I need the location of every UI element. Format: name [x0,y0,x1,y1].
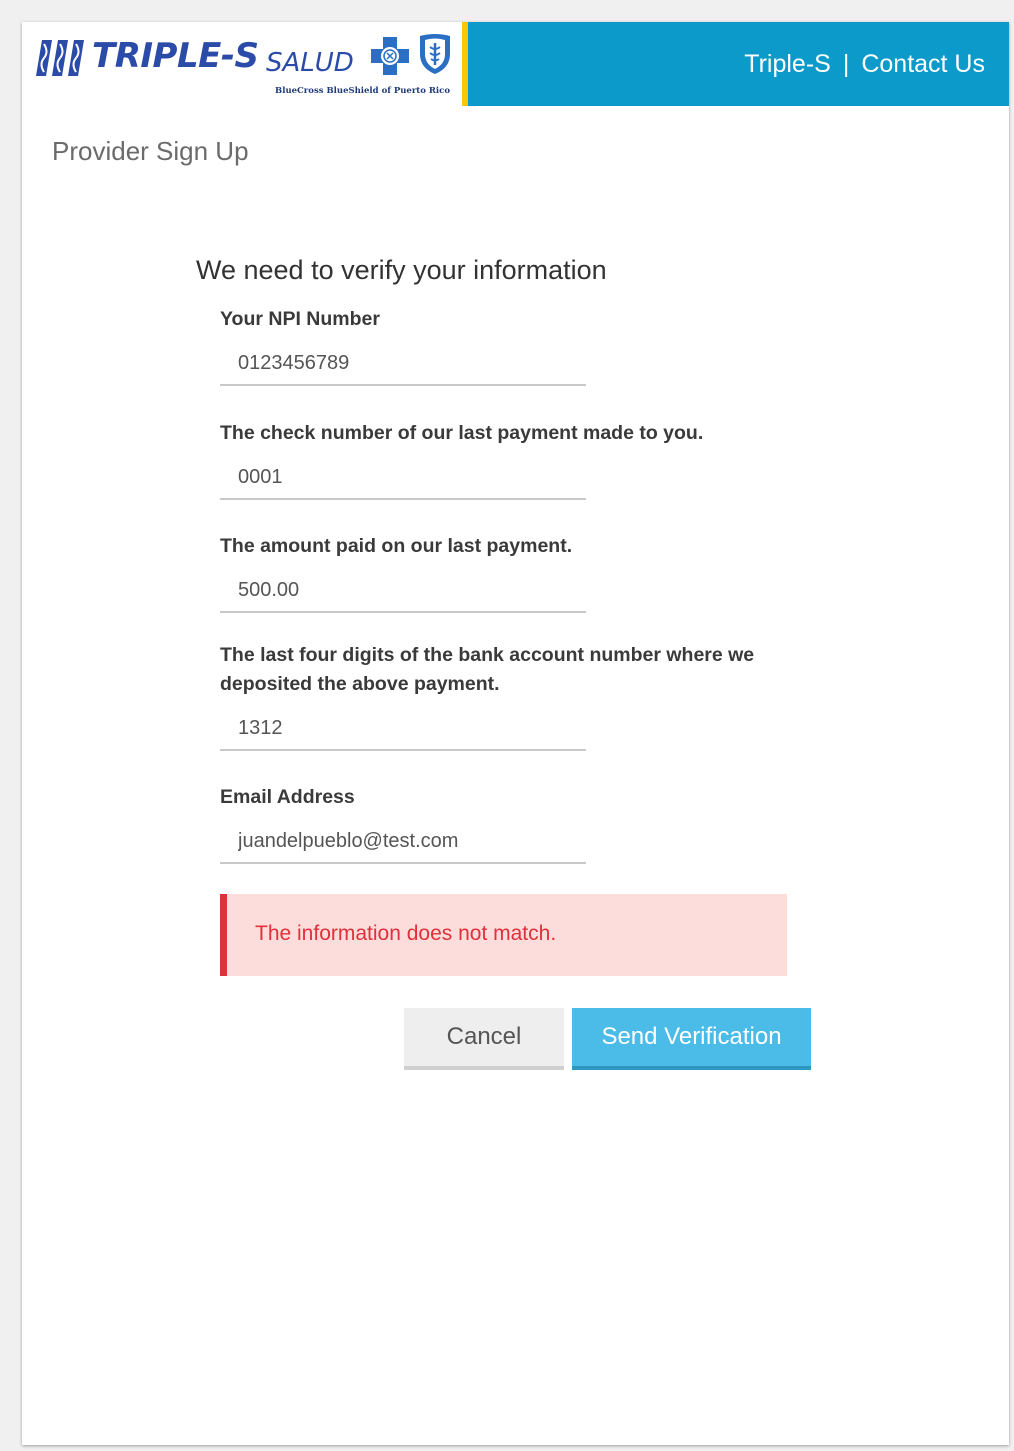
check-number-label: The check number of our last payment mad… [220,422,704,444]
amount-input[interactable] [220,569,586,613]
logo-tagline: BlueCross BlueShield of Puerto Rico [275,86,450,96]
email-input[interactable] [220,820,586,864]
npi-label: Your NPI Number [220,308,380,330]
blueshield-icon [420,34,450,74]
email-label: Email Address [220,786,355,808]
amount-label: The amount paid on our last payment. [220,535,573,557]
header-nav-bar: Triple-S | Contact Us [468,22,1009,106]
triple-s-logo[interactable]: TRIPLE-S SALUD BlueCross BlueShield of P… [22,22,462,106]
error-alert: The information does not match. [220,894,787,976]
bluecross-icon [371,37,409,75]
header: TRIPLE-S SALUD BlueCross BlueShield of P… [22,22,1009,106]
send-verification-button[interactable]: Send Verification [572,1008,811,1070]
link-contact-us[interactable]: Contact Us [861,50,985,79]
cancel-button[interactable]: Cancel [404,1008,564,1070]
account-digits-input[interactable] [220,707,586,751]
page-title: Provider Sign Up [52,136,249,166]
link-separator: | [842,50,850,78]
check-number-input[interactable] [220,456,586,500]
top-links: Triple-S | Contact Us [744,50,985,79]
error-message: The information does not match. [255,922,557,945]
triple-s-bars-icon [36,40,84,76]
signup-card: TRIPLE-S SALUD BlueCross BlueShield of P… [22,22,1009,1445]
account-digits-label: The last four digits of the bank account… [220,644,755,695]
link-triple-s[interactable]: Triple-S [744,50,831,79]
logo-wordmark: TRIPLE-S [92,36,259,76]
form-heading: We need to verify your information [196,255,607,285]
npi-input[interactable] [220,342,586,386]
logo-wordmark-sub: SALUD [266,48,354,78]
